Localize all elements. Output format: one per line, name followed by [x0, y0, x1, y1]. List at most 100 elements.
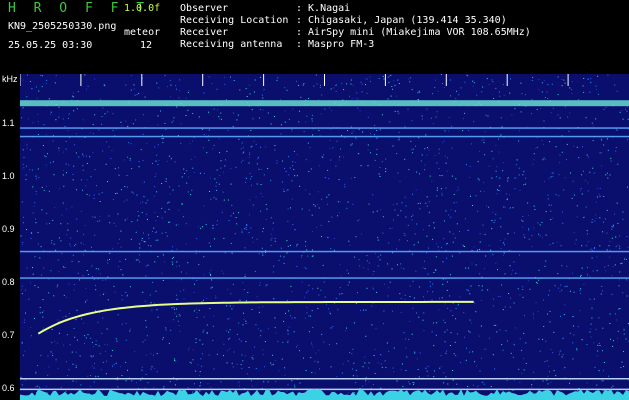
noise-pixel — [495, 144, 497, 146]
noise-pixel — [175, 85, 177, 87]
noise-pixel — [404, 234, 406, 236]
noise-pixel — [102, 279, 104, 281]
noise-pixel — [156, 231, 158, 233]
noise-pixel — [185, 115, 187, 116]
noise-pixel — [502, 309, 504, 311]
noise-pixel — [160, 110, 161, 112]
noise-pixel — [405, 205, 407, 207]
noise-pixel — [176, 106, 178, 108]
noise-pixel — [256, 296, 258, 298]
noise-pixel — [442, 283, 444, 285]
noise-pixel — [539, 224, 541, 226]
noise-pixel — [548, 365, 550, 367]
noise-pixel — [294, 229, 296, 231]
noise-pixel — [372, 287, 374, 289]
noise-pixel — [568, 130, 570, 132]
noise-pixel — [617, 338, 618, 340]
mode-label: meteor — [124, 27, 161, 38]
noise-pixel — [339, 201, 341, 203]
noise-pixel — [87, 274, 89, 275]
noise-pixel — [91, 356, 93, 358]
noise-pixel — [312, 134, 314, 136]
noise-pixel — [464, 246, 465, 247]
noise-pixel — [131, 380, 133, 382]
noise-pixel — [444, 155, 446, 157]
noise-pixel — [438, 148, 440, 150]
noise-pixel — [563, 367, 565, 369]
noise-pixel — [131, 191, 133, 193]
noise-pixel — [582, 146, 583, 148]
noise-pixel — [352, 130, 354, 132]
noise-pixel — [578, 157, 580, 159]
noise-pixel — [125, 292, 127, 293]
noise-pixel — [257, 158, 259, 160]
noise-pixel — [84, 335, 86, 337]
noise-pixel — [147, 264, 149, 266]
noise-pixel — [351, 143, 353, 145]
noise-pixel — [54, 207, 56, 209]
noise-pixel — [321, 94, 323, 96]
noise-pixel — [434, 370, 435, 372]
noise-pixel — [255, 143, 257, 145]
header-panel: H R O F F T 1.0.0f KN9_2505250330.png me… — [0, 0, 629, 74]
noise-pixel — [563, 314, 565, 315]
noise-pixel — [404, 298, 406, 300]
noise-pixel — [412, 214, 414, 216]
noise-pixel — [202, 128, 204, 130]
noise-pixel — [329, 313, 331, 315]
noise-pixel — [456, 383, 458, 385]
location-value: : Chigasaki, Japan (139.414 35.340) — [296, 15, 507, 26]
noise-pixel — [531, 386, 533, 388]
noise-pixel — [317, 361, 319, 363]
noise-pixel — [68, 113, 70, 115]
noise-pixel — [340, 275, 342, 277]
noise-pixel — [67, 130, 69, 132]
noise-pixel — [248, 152, 250, 154]
noise-pixel — [72, 254, 74, 256]
noise-pixel — [176, 308, 177, 310]
noise-pixel — [595, 118, 597, 120]
noise-pixel — [251, 184, 252, 186]
noise-pixel — [540, 108, 542, 109]
noise-pixel — [399, 293, 401, 295]
noise-pixel — [557, 94, 559, 96]
noise-pixel — [111, 150, 113, 152]
noise-pixel — [372, 384, 374, 385]
noise-pixel — [547, 98, 549, 99]
noise-pixel — [64, 126, 66, 127]
noise-pixel — [57, 368, 59, 370]
noise-pixel — [433, 345, 435, 347]
noise-pixel — [514, 327, 516, 329]
noise-pixel — [593, 342, 595, 344]
noise-pixel — [529, 288, 531, 290]
noise-pixel — [207, 383, 209, 385]
noise-pixel — [210, 245, 211, 247]
noise-pixel — [452, 315, 454, 316]
noise-pixel — [200, 358, 202, 360]
noise-pixel — [195, 308, 197, 310]
noise-pixel — [252, 204, 254, 206]
noise-pixel — [51, 240, 53, 241]
noise-pixel — [176, 88, 177, 90]
noise-pixel — [519, 189, 521, 191]
noise-pixel — [622, 218, 624, 220]
noise-pixel — [603, 108, 605, 110]
noise-pixel — [162, 280, 164, 281]
noise-pixel — [86, 88, 87, 90]
noise-pixel — [105, 360, 107, 362]
noise-pixel — [230, 168, 232, 169]
noise-pixel — [534, 209, 536, 210]
noise-pixel — [294, 317, 296, 319]
noise-pixel — [115, 193, 117, 195]
noise-pixel — [65, 315, 67, 317]
noise-pixel — [383, 323, 384, 325]
noise-pixel — [73, 96, 75, 98]
noise-pixel — [36, 97, 38, 99]
noise-pixel — [611, 228, 613, 230]
noise-pixel — [388, 350, 390, 352]
noise-pixel — [116, 192, 118, 194]
noise-pixel — [62, 170, 64, 171]
noise-pixel — [238, 138, 240, 140]
noise-pixel — [213, 196, 215, 198]
noise-pixel — [550, 176, 552, 178]
